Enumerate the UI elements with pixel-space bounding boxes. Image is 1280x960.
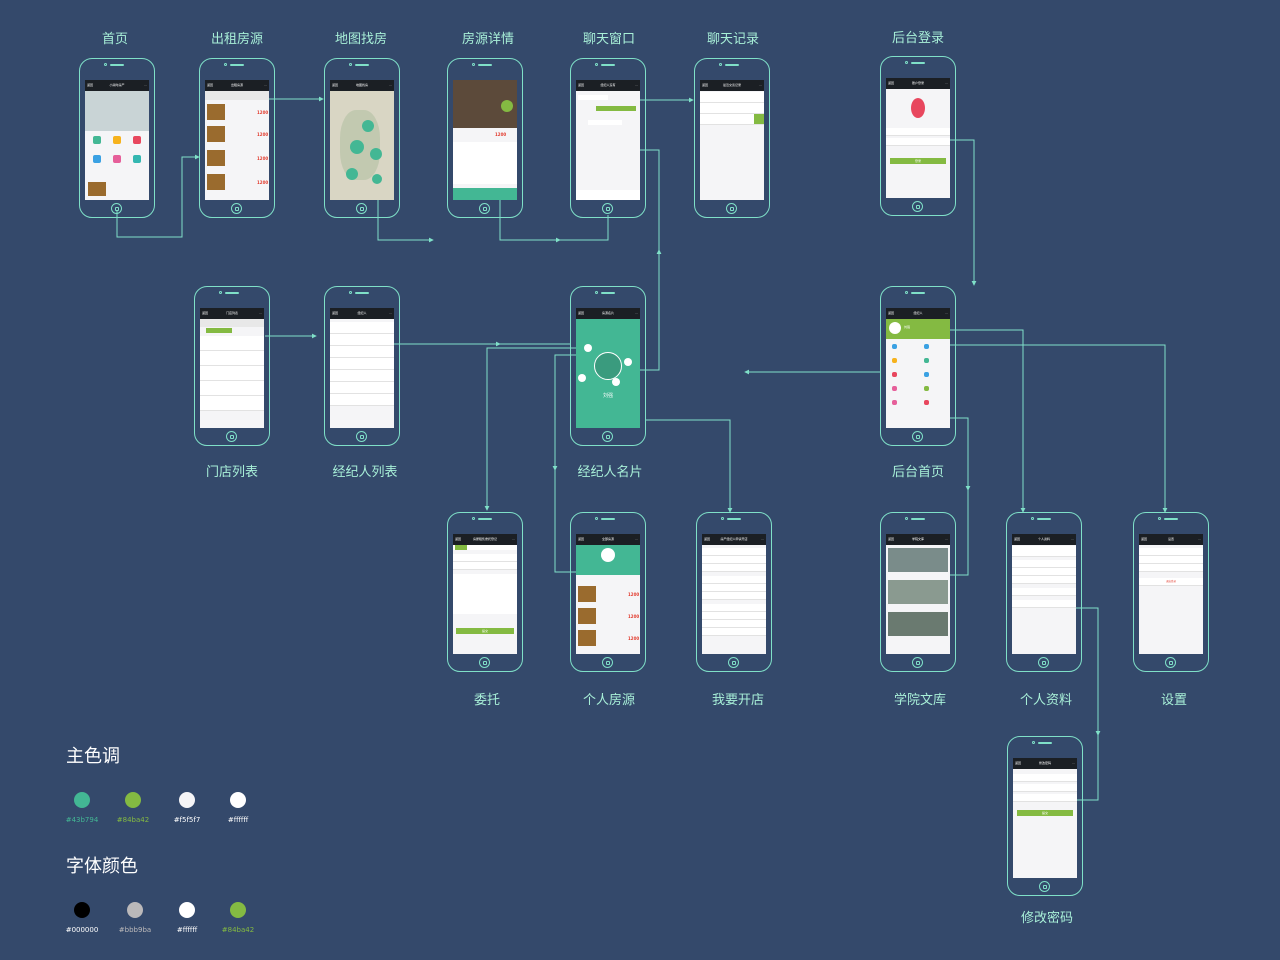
phone-dashboard: 返回 经纪人 ··· 刘强 <box>880 286 956 446</box>
home-button[interactable] <box>602 203 613 214</box>
home-button[interactable] <box>912 431 923 442</box>
home-button[interactable] <box>231 203 242 214</box>
screen-title: 委托 <box>473 693 500 708</box>
phone-rent: 返回 出租房源 ··· 1200 1200 1200 1200 <box>199 58 275 218</box>
home-button[interactable] <box>912 201 923 212</box>
card-name: 刘强 <box>602 393 613 399</box>
screen-title: 经纪人列表 <box>332 465 398 480</box>
logo <box>911 98 925 118</box>
home-button[interactable] <box>1039 881 1050 892</box>
main-color-heading: 主色调 <box>66 746 120 767</box>
menu-icon[interactable] <box>93 136 101 144</box>
swatch-black <box>74 902 90 918</box>
screen-title: 学院文库 <box>893 693 946 708</box>
phone-card: 返回 房源名片 ··· 刘强 <box>570 286 646 446</box>
swatch-white <box>230 792 246 808</box>
home-button[interactable] <box>602 431 613 442</box>
home-button[interactable] <box>479 657 490 668</box>
home-button[interactable] <box>1038 657 1049 668</box>
screen-title: 首页 <box>101 32 128 47</box>
logout-button[interactable]: 退出登录 <box>1139 578 1203 586</box>
swatch-white-font <box>179 902 195 918</box>
screen-title: 聊天窗口 <box>582 32 635 47</box>
menu-icon[interactable] <box>93 155 101 163</box>
swatch-secondary <box>125 792 141 808</box>
screen-title: 房源详情 <box>461 32 514 47</box>
screen-title: 修改密码 <box>1020 911 1073 926</box>
flow-diagram: 首页 返回 小窝时房产 ··· 出租房源 返回 出租房源 ··· 1200 1200 1… <box>0 0 1280 960</box>
screen-title: 个人资料 <box>1019 693 1072 708</box>
screen-title: 聊天记录 <box>706 32 759 47</box>
menu-icon[interactable] <box>113 155 121 163</box>
screen-title: 我要开店 <box>711 693 764 708</box>
phone-map: 返回 地图找房 ··· <box>324 58 400 218</box>
swatch-primary <box>74 792 90 808</box>
phone-chatlog: 返回 最近交谈记录 ··· <box>694 58 770 218</box>
screen-title: 后台首页 <box>891 465 944 480</box>
screen-title: 设置 <box>1160 693 1187 708</box>
home-button[interactable] <box>728 657 739 668</box>
phone-entrust: 返回 房屋租售委托登记 ··· 提交 <box>447 512 523 672</box>
nav-title: 小窝时房产 <box>109 83 125 87</box>
home-button[interactable] <box>356 203 367 214</box>
home-button[interactable] <box>226 431 237 442</box>
phone-agents: 返回 经纪人 ··· <box>324 286 400 446</box>
phone-stores: 返回 门店列表 ··· <box>194 286 270 446</box>
home-button[interactable] <box>1165 657 1176 668</box>
menu-icon[interactable] <box>113 136 121 144</box>
phone-password: 返回 修改密码 ··· 提交 <box>1007 736 1083 896</box>
swatch-background <box>179 792 195 808</box>
home-button[interactable] <box>912 657 923 668</box>
font-color-heading: 字体颜色 <box>66 856 138 877</box>
chat-input[interactable] <box>576 190 640 200</box>
home-button[interactable] <box>726 203 737 214</box>
phone-login: 返回 账户登录 ··· 登录 <box>880 56 956 216</box>
screen-title: 出租房源 <box>210 32 263 47</box>
home-button[interactable] <box>602 657 613 668</box>
avatar <box>594 352 622 380</box>
home-button[interactable] <box>111 203 122 214</box>
submit-button[interactable]: 提交 <box>456 628 514 634</box>
phone-library: 返回 学院文库 ··· <box>880 512 956 672</box>
phone-profile: 返回 个人资料 ··· <box>1006 512 1082 672</box>
phone-settings: 返回 设置 ··· 退出登录 <box>1133 512 1209 672</box>
menu-icon[interactable] <box>133 155 141 163</box>
screen-title: 经纪人名片 <box>577 465 643 480</box>
phone-home: 返回 小窝时房产 ··· <box>79 58 155 218</box>
dash-name: 刘强 <box>904 325 911 329</box>
home-button[interactable] <box>479 203 490 214</box>
swatch-gray <box>127 902 143 918</box>
phone-mylist: 返回 全部房源 ··· 1200 1200 1200 <box>570 512 646 672</box>
link-chat-line <box>560 215 609 241</box>
screen-title: 个人房源 <box>582 693 635 708</box>
phone-chat: 返回 经纪人没有 ··· <box>570 58 646 218</box>
back-label: 返回 <box>87 83 94 87</box>
phone-detail: 1200 <box>447 58 523 218</box>
menu-icon[interactable] <box>133 136 141 144</box>
link-dash-settings <box>950 344 1168 513</box>
screen-title: 后台登录 <box>891 31 944 46</box>
home-button[interactable] <box>356 431 367 442</box>
screen-title: 地图找房 <box>334 32 387 47</box>
swatch-green-font <box>230 902 246 918</box>
phone-openstore: 返回 房产经纪人申请开店 ··· <box>696 512 772 672</box>
home-banner <box>85 91 149 131</box>
login-button[interactable]: 登录 <box>890 158 946 164</box>
screen-title: 门店列表 <box>205 465 258 480</box>
submit-button[interactable]: 提交 <box>1017 810 1073 816</box>
